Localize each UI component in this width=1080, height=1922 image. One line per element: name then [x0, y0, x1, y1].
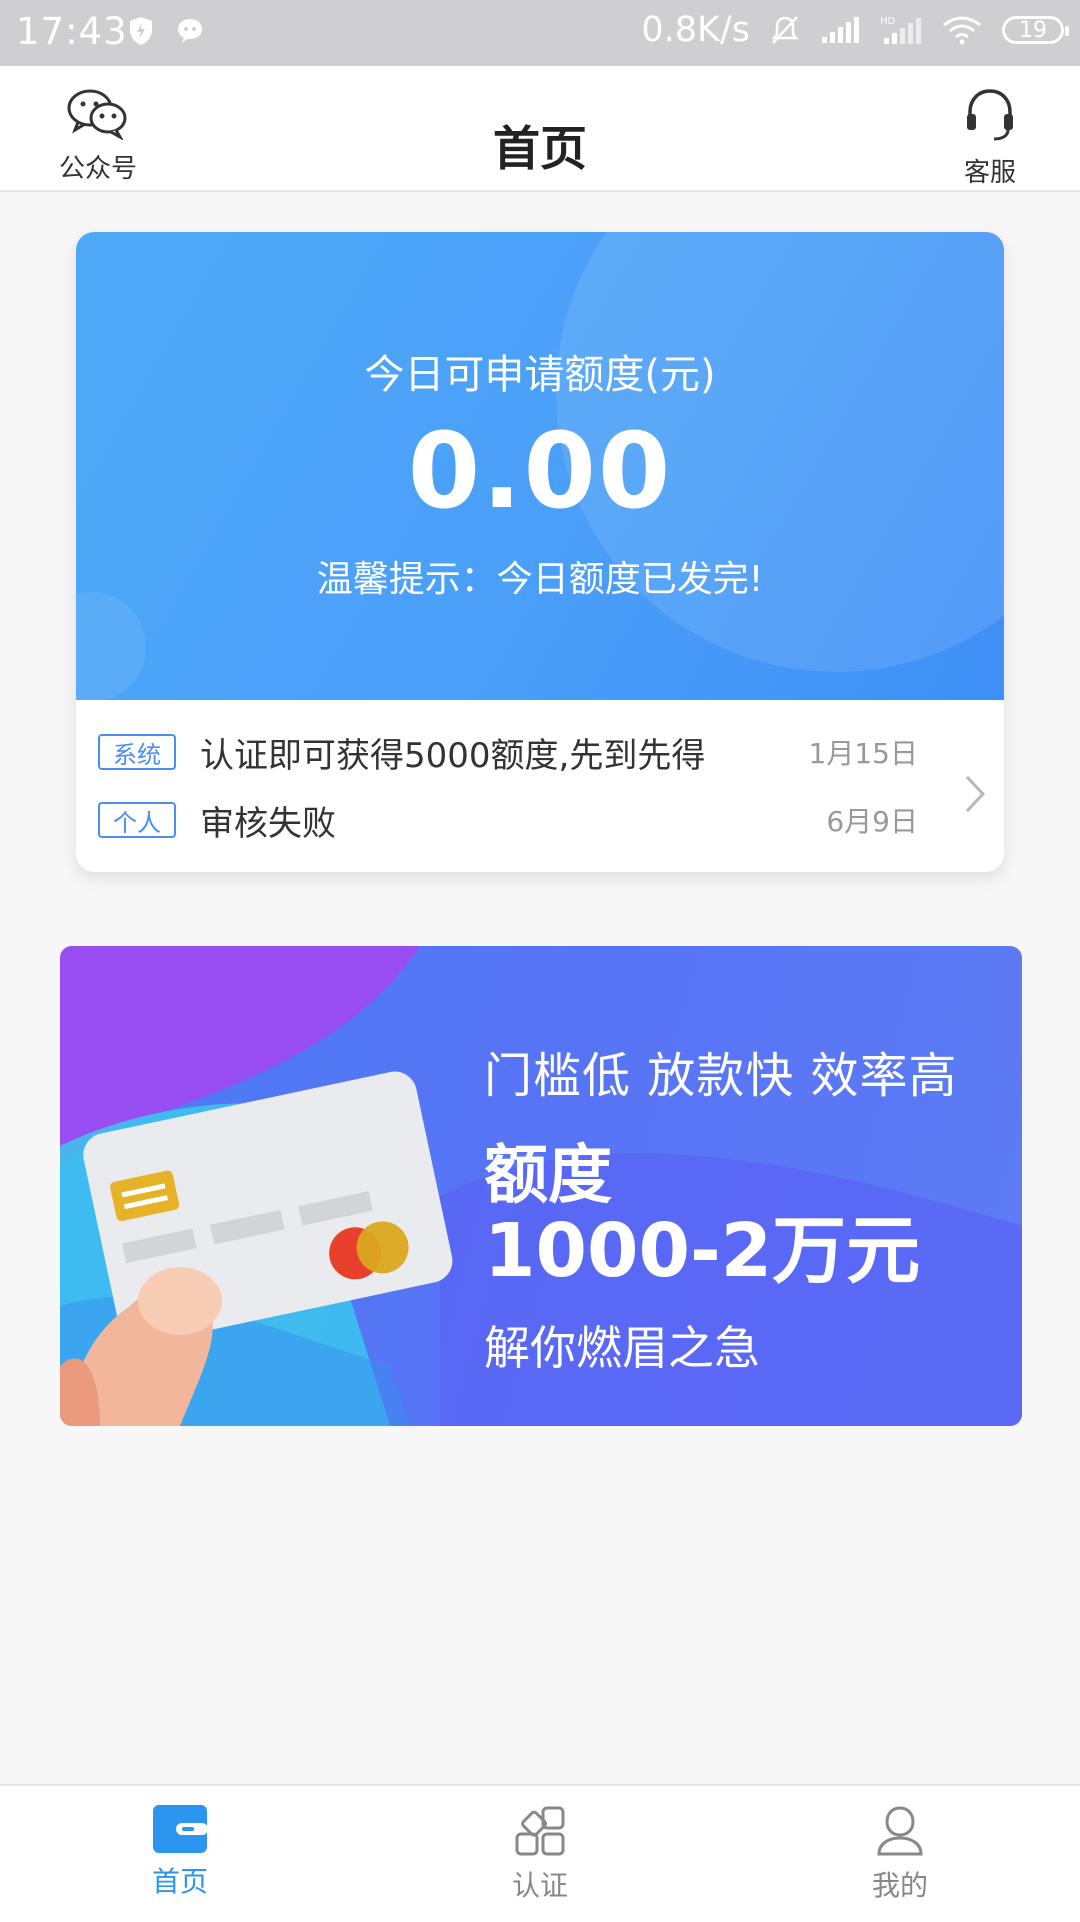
- status-notification-icons: [128, 16, 204, 46]
- tab-label: 认证: [511, 1869, 568, 1902]
- bottom-tab-bar: 首页 认证 我的: [0, 1784, 1080, 1922]
- banner-quota-title: 额度: [484, 1139, 612, 1213]
- network-speed: 0.8K/s: [641, 10, 750, 50]
- status-right-group: 0.8K/s HD 19: [641, 10, 1069, 50]
- banner-subtitle: 解你燃眉之急: [484, 1321, 760, 1375]
- grid-icon: [515, 1806, 565, 1856]
- signal-icon: [822, 17, 859, 43]
- notice-tag: 系统: [98, 734, 176, 770]
- notice-text: 审核失败: [200, 803, 336, 844]
- notice-item[interactable]: 系统 认证即可获得5000额度,先到先得 1月15日: [98, 722, 918, 782]
- customer-service-label: 客服: [963, 158, 1016, 188]
- promo-banner[interactable]: 门槛低 放款快 效率高 额度 1000-2万元 解你燃眉之急: [60, 946, 1022, 1426]
- status-bar: 17:43 0.8K/s HD 19: [0, 0, 1080, 66]
- tab-profile[interactable]: 我的: [720, 1786, 1080, 1922]
- quota-card: 今日可申请额度(元) 0.00 温馨提示：今日额度已发完! 系统 认证即可获得5…: [76, 232, 1004, 872]
- decorative-circle-small: [76, 592, 146, 700]
- notice-date: 6月9日: [826, 805, 918, 838]
- tab-home[interactable]: 首页: [0, 1786, 360, 1922]
- user-icon: [877, 1806, 923, 1856]
- wifi-icon: [943, 16, 981, 45]
- quota-tip: 温馨提示：今日额度已发完!: [316, 559, 764, 600]
- chat-bubble-icon: [178, 19, 202, 43]
- mute-bell-icon: [771, 16, 799, 44]
- notice-item[interactable]: 个人 审核失败 6月9日: [98, 790, 918, 850]
- svg-text:HD: HD: [880, 16, 896, 27]
- page-title: 首页: [493, 122, 587, 177]
- battery-icon: 19: [1002, 16, 1069, 44]
- shield-icon: [130, 17, 152, 45]
- customer-service-button[interactable]: 客服: [940, 86, 1040, 189]
- battery-level: 19: [1019, 17, 1047, 43]
- quota-panel: 今日可申请额度(元) 0.00 温馨提示：今日额度已发完!: [76, 232, 1004, 700]
- hd-signal-icon: HD: [880, 16, 921, 44]
- tab-verify[interactable]: 认证: [360, 1786, 720, 1922]
- status-time: 17:43: [16, 10, 128, 53]
- wallet-icon: [153, 1805, 208, 1853]
- banner-slogan: 门槛低 放款快 效率高: [484, 1048, 958, 1104]
- chevron-right-icon[interactable]: [964, 774, 986, 814]
- tab-label: 我的: [871, 1869, 928, 1902]
- notice-date: 1月15日: [808, 737, 918, 770]
- banner-quota-range: 1000-2万元: [484, 1208, 921, 1294]
- quota-amount: 0.00: [407, 410, 673, 532]
- banner-text: 门槛低 放款快 效率高 额度 1000-2万元 解你燃眉之急: [484, 1036, 958, 1378]
- notice-list[interactable]: 系统 认证即可获得5000额度,先到先得 1月15日 个人 审核失败 6月9日: [76, 700, 1004, 872]
- headset-icon: [967, 89, 1013, 141]
- quota-label: 今日可申请额度(元): [364, 352, 716, 398]
- top-nav-bar: 公众号 首页 客服: [0, 66, 1080, 192]
- notice-tag: 个人: [98, 802, 176, 838]
- notice-text: 认证即可获得5000额度,先到先得: [200, 735, 706, 776]
- tab-label: 首页: [151, 1865, 208, 1898]
